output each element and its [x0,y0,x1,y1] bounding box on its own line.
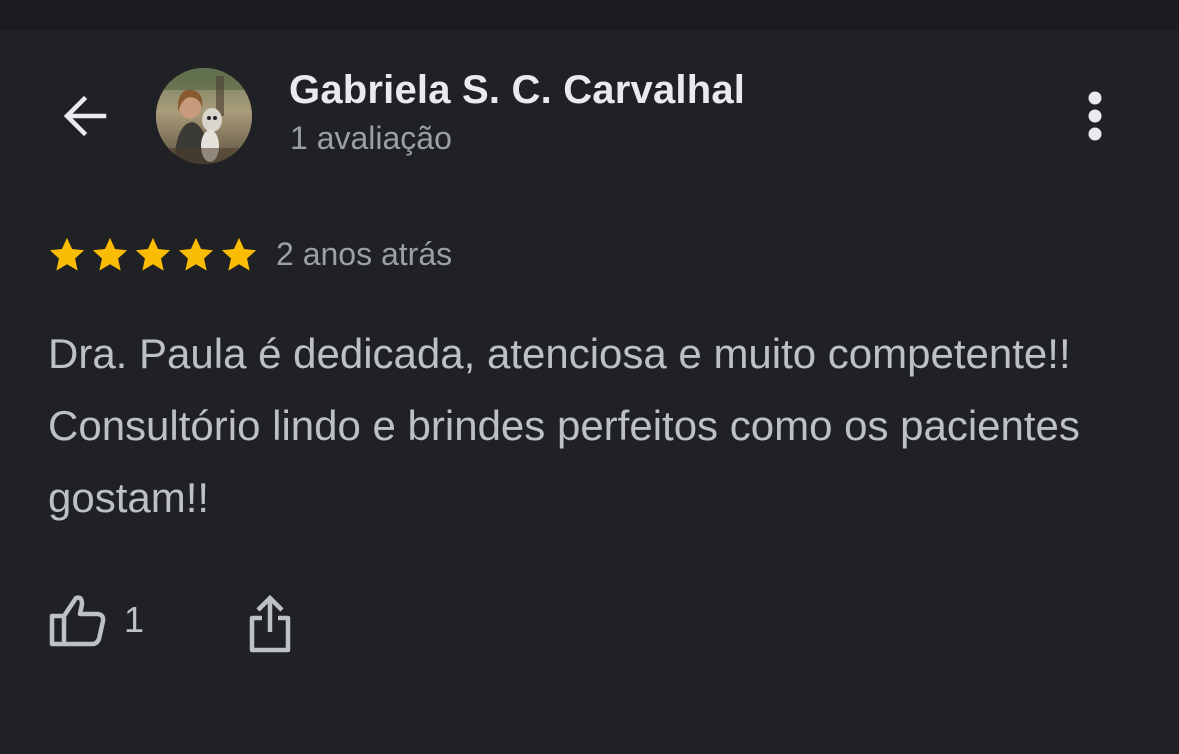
like-count: 1 [124,599,145,640]
thumbs-up-icon [49,595,106,647]
star-icon [49,237,85,271]
profile-photo [156,68,252,164]
star-icon [221,237,257,271]
star-rating [46,234,260,276]
star-icon [92,237,128,271]
like-button[interactable]: 1 [48,592,144,648]
review-date: 2 anos atrás [276,236,453,272]
reviewer-name[interactable]: Gabriela S. C. Carvalhal [289,68,745,113]
share-icon [249,594,291,653]
star-icon [178,237,214,271]
more-options-button[interactable] [1070,84,1120,148]
avatar[interactable] [156,68,252,164]
review-count: 1 avaliação [290,120,452,156]
review-text: Dra. Paula é dedicada, atenciosa e muito… [48,330,1080,521]
arrow-left-icon [63,95,107,137]
status-bar-area [0,0,1179,30]
more-vertical-icon [1088,91,1102,141]
star-icon [135,237,171,271]
share-button[interactable] [244,592,296,656]
back-button[interactable] [52,84,116,148]
